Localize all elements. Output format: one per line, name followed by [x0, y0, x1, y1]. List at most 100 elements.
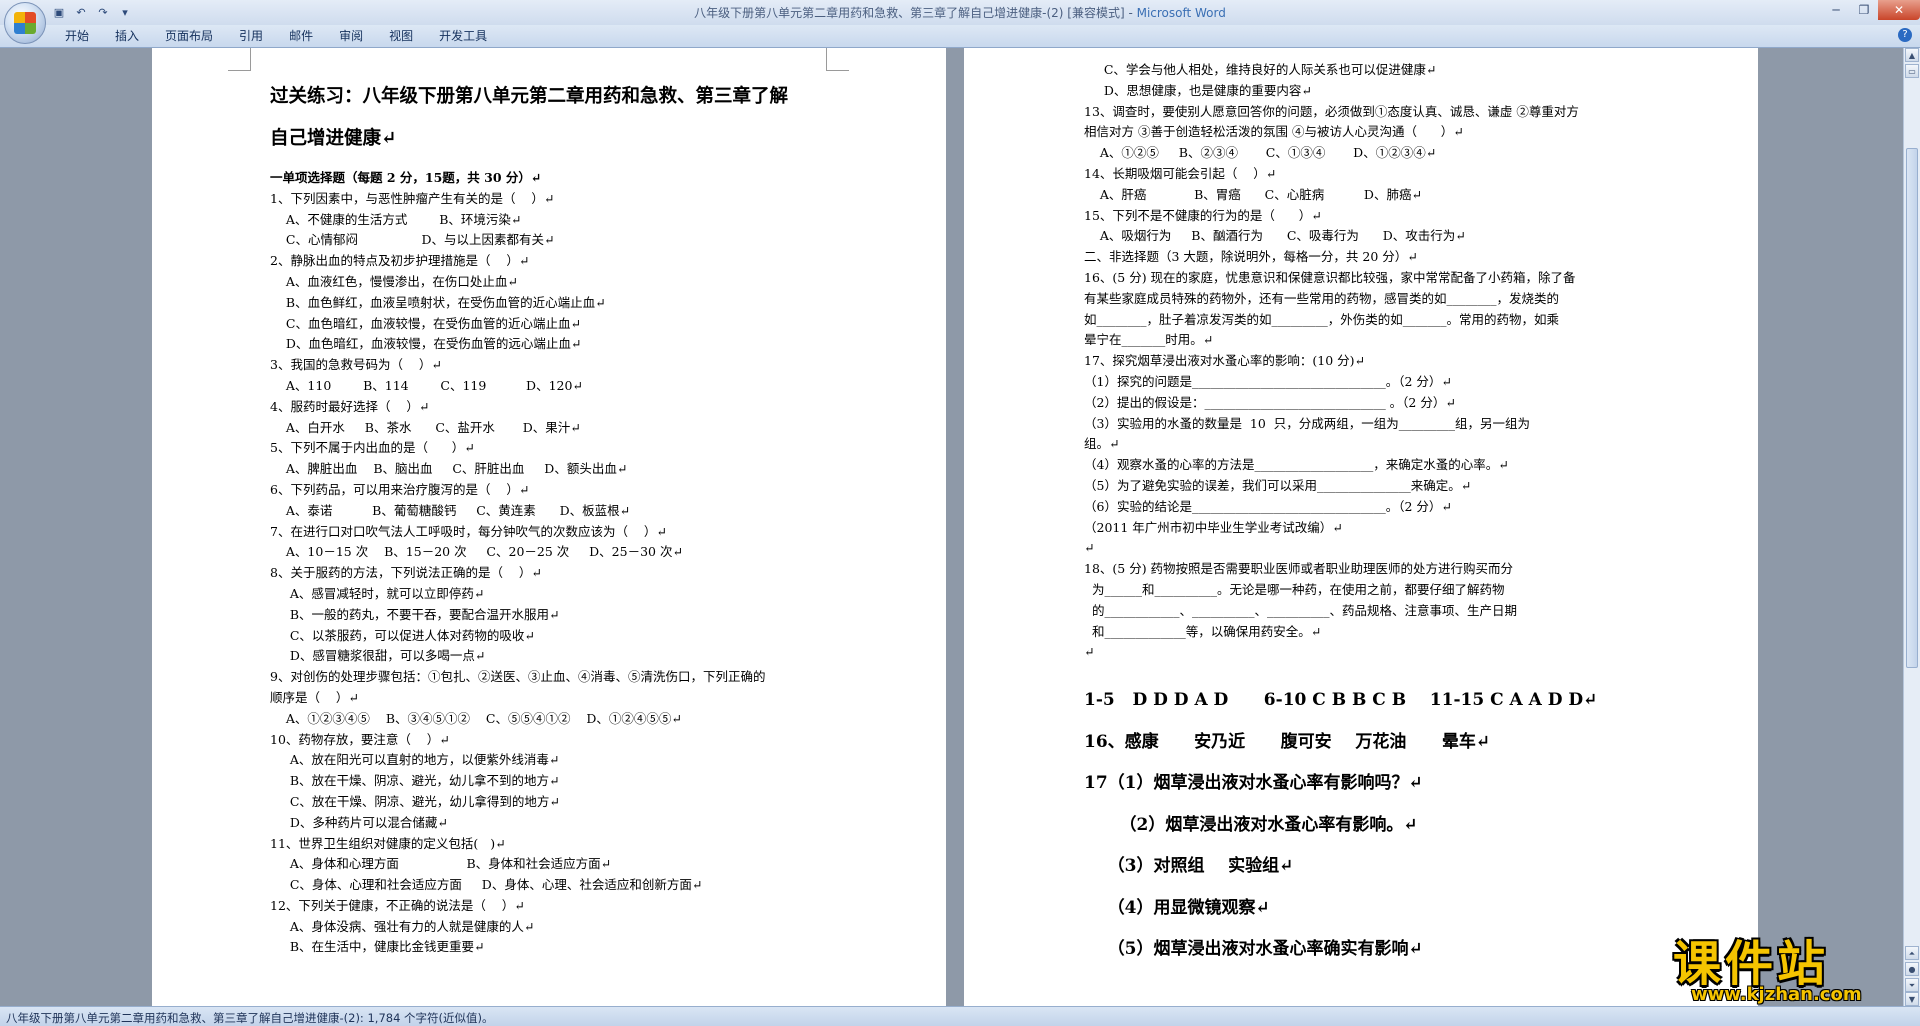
document-line: 6、下列药品，可以用来治疗腹泻的是（ ）↵: [270, 481, 530, 497]
document-line: （5）为了避免实验的误差，我们可以采用_______________来确定。↵: [1084, 477, 1472, 493]
document-line: C、身体、心理和社会适应方面 D、身体、心理、社会适应和创新方面↵: [270, 877, 703, 893]
document-line: 3、我国的急救号码为（ ）↵: [270, 357, 442, 373]
document-line: A、泰诺 B、葡萄糖酸钙 C、黄连素 D、板蓝根↵: [270, 502, 631, 518]
document-line: A、吸烟行为 B、酗酒行为 C、吸毒行为 D、攻击行为↵: [1084, 228, 1466, 244]
tab-review[interactable]: 审阅: [326, 28, 376, 44]
document-line: 如________，肚子着凉发泻类的如_________，外伤类的如______…: [1084, 311, 1560, 327]
document-line: （4）观察水蚤的心率的方法是___________________，来确定水蚤的…: [1084, 457, 1509, 473]
answer-line: （2）烟草浸出液对水蚤心率有影响。↵: [1084, 814, 1418, 835]
document-page-1[interactable]: 过关练习：八年级下册第八单元第二章用药和急救、第三章了解 自己增进健康↵ 一单项…: [152, 48, 946, 1006]
answer-line: （5）烟草浸出液对水蚤心率确实有影响↵: [1084, 939, 1423, 959]
tab-home[interactable]: 开始: [52, 28, 102, 44]
window-controls: ─ ❐ ✕: [1822, 0, 1920, 22]
document-line: A、身体和心理方面 B、身体和社会适应方面↵: [270, 856, 612, 872]
office-logo-icon: [14, 12, 36, 34]
document-line: 18、(5 分) 药物按照是否需要职业医师或者职业助理医师的处方进行购买而分: [1084, 561, 1514, 577]
document-line: 4、服药时最好选择（ ）↵: [270, 398, 430, 414]
tab-mailings[interactable]: 邮件: [276, 28, 326, 44]
ribbon: 开始 插入 页面布局 引用 邮件 审阅 视图 开发工具 ?: [0, 25, 1920, 48]
document-line: 相信对方 ③善于创造轻松活泼的氛围 ④与被访人心灵沟通（ ）↵: [1084, 124, 1464, 140]
document-line: 5、下列不属于内出血的是（ ）↵: [270, 440, 475, 456]
document-line: 和_____________等，以确保用药安全。↵: [1084, 623, 1322, 639]
title-line: 过关练习：八年级下册第八单元第二章用药和急救、第三章了解: [270, 86, 789, 107]
document-line: A、①②⑤ B、②③④ C、①③④ D、①②③④↵: [1084, 145, 1437, 161]
answer-line: 17（1）烟草浸出液对水蚤心率有影响吗？↵: [1084, 773, 1423, 793]
document-line: A、不健康的生活方式 B、环境污染↵: [270, 211, 522, 227]
document-line: C、放在干燥、阴凉、避光，幼儿拿得到的地方↵: [270, 793, 560, 809]
document-line: 12、下列关于健康，不正确的说法是（ ）↵: [270, 897, 525, 913]
document-line: B、在生活中，健康比金钱更重要↵: [270, 939, 485, 955]
document-line: A、身体没病、强壮有力的人就是健康的人↵: [270, 918, 535, 934]
document-line: 1、下列因素中，与恶性肿瘤产生有关的是（ ）↵: [270, 190, 555, 206]
document-line: B、一般的药丸，不要干吞，要配合温开水服用↵: [270, 606, 560, 622]
watermark-logo: 课件站 www.kjzhan.com: [1663, 924, 1913, 1012]
document-line: A、白开水 B、茶水 C、盐开水 D、果汁↵: [270, 419, 581, 435]
document-line: 组。↵: [1084, 436, 1120, 452]
document-line: 二、非选择题（3 大题，除说明外，每格一分，共 20 分）↵: [1084, 249, 1418, 265]
document-line: A、感冒减轻时，就可以立即停药↵: [270, 585, 485, 601]
watermark-url: www.kjzhan.com: [1691, 984, 1862, 1005]
answer-key: 1-5 D D D A D 6-10 C B B C B 11-15 C A A…: [1084, 680, 1597, 971]
tab-references[interactable]: 引用: [226, 28, 276, 44]
document-line: 7、在进行口对口吹气法人工呼吸时，每分钟吹气的次数应该为（ ）↵: [270, 523, 667, 539]
document-line: C、血色暗红，血液较慢，在受伤血管的近心端止血↵: [270, 315, 581, 331]
document-line: 8、关于服药的方法，下列说法正确的是（ ）↵: [270, 565, 542, 581]
document-line: A、①②③④⑤ B、③④⑤①② C、⑤⑤④①② D、①②④⑤⑤↵: [270, 710, 682, 726]
ruler-toggle-icon[interactable]: ▭: [1905, 64, 1919, 78]
document-line: C、以茶服药，可以促进人体对药物的吸收↵: [270, 627, 535, 643]
margin-marker: [228, 48, 251, 71]
document-line: 10、药物存放，要注意（ ）↵: [270, 731, 450, 747]
document-line: A、110 B、114 C、119 D、120↵: [270, 377, 583, 393]
tab-page-layout[interactable]: 页面布局: [152, 28, 226, 44]
margin-marker: [826, 48, 849, 71]
tab-view[interactable]: 视图: [376, 28, 426, 44]
office-button[interactable]: [4, 2, 46, 44]
tab-developer[interactable]: 开发工具: [426, 28, 500, 44]
document-line: 17、探究烟草浸出液对水蚤心率的影响：(10 分)↵: [1084, 353, 1366, 369]
ribbon-tabs: 开始 插入 页面布局 引用 邮件 审阅 视图 开发工具: [52, 28, 500, 44]
page-1-body: 一单项选择题（每题 2 分，15题，共 30 分）↵ 1、下列因素中，与恶性肿瘤产…: [270, 168, 765, 958]
document-line: 11、世界卫生组织对健康的定义包括( )↵: [270, 835, 506, 851]
document-line: （2011 年广州市初中毕业生学业考试改编）↵: [1084, 519, 1343, 535]
document-line: B、血色鲜红，血液呈喷射状，在受伤血管的近心端止血↵: [270, 294, 606, 310]
answer-line: （4）用显微镜观察↵: [1084, 897, 1270, 918]
document-line: 一单项选择题（每题 2 分，15题，共 30 分）↵: [270, 170, 542, 185]
document-line: D、多种药片可以混合储藏↵: [270, 814, 448, 830]
answer-line: 1-5 D D D A D 6-10 C B B C B 11-15 C A A…: [1084, 690, 1598, 710]
document-line: 14、长期吸烟可能会引起（ ）↵: [1084, 165, 1277, 181]
restore-icon[interactable]: ❐: [1850, 0, 1878, 20]
document-line: D、感冒糖浆很甜，可以多喝一点↵: [270, 648, 486, 664]
document-line: A、放在阳光可以直射的地方，以便紫外线消毒↵: [270, 752, 560, 768]
document-line: （3）实验用的水蚤的数量是 10 只，分成两组，一组为_________组，另一…: [1084, 415, 1531, 431]
document-line: A、脾脏出血 B、脑出血 C、肝脏出血 D、额头出血↵: [270, 461, 628, 477]
document-line: D、思想健康，也是健康的重要内容↵: [1084, 82, 1312, 98]
document-line: （1）探究的问题是_______________________________…: [1084, 373, 1452, 389]
answer-line: 16、感康 安乃近 腹可安 万花油 晕车↵: [1084, 731, 1491, 752]
document-line: ↵: [1084, 540, 1095, 556]
document-line: C、心情郁闷 D、与以上因素都有关↵: [270, 232, 555, 248]
document-line: 为______和__________。无论是哪一种药，在使用之前，都要仔细了解药…: [1084, 581, 1505, 597]
status-bar: 八年级下册第八单元第二章用药和急救、第三章了解自己增进健康-(2): 1,784…: [0, 1006, 1920, 1026]
scroll-thumb[interactable]: [1906, 148, 1918, 668]
answer-line: （3）对照组 实验组↵: [1084, 856, 1294, 876]
document-line: 16、(5 分) 现在的家庭，忧患意识和保健意识都比较强，家中常常配备了小药箱，…: [1084, 269, 1576, 285]
document-line: 有某些家庭成员特殊的药物外，还有一些常用的药物，感冒类的如________，发烧…: [1084, 290, 1560, 306]
document-line: 9、对创伤的处理步骤包括：①包扎、②送医、③止血、④消毒、⑤清洗伤口，下列正确的: [270, 669, 766, 685]
vertical-scrollbar[interactable]: ▲ ▭ ⏶ ● ⏷ ▼: [1903, 48, 1920, 1006]
scroll-up-icon[interactable]: ▲: [1905, 48, 1919, 62]
close-icon[interactable]: ✕: [1878, 0, 1920, 20]
document-line: A、血液红色，慢慢渗出，在伤口处止血↵: [270, 273, 518, 289]
document-page-2[interactable]: C、学会与他人相处，维持良好的人际关系也可以促进健康↵ D、思想健康，也是健康的…: [964, 48, 1758, 1006]
document-title: 八年级下册第八单元第二章用药和急救、第三章了解自己增进健康-(2) [兼容模式]…: [694, 6, 1137, 20]
document-line: D、血色暗红，血液较慢，在受伤血管的远心端止血↵: [270, 336, 582, 352]
page-2-body: C、学会与他人相处，维持良好的人际关系也可以促进健康↵ D、思想健康，也是健康的…: [1084, 60, 1579, 663]
document-line: （6）实验的结论是_______________________________…: [1084, 498, 1452, 514]
help-icon[interactable]: ?: [1898, 28, 1912, 42]
title-line: 自己增进健康↵: [270, 128, 397, 149]
document-line: 顺序是（ ）↵: [270, 689, 359, 705]
minimize-icon[interactable]: ─: [1822, 0, 1850, 20]
document-area[interactable]: 过关练习：八年级下册第八单元第二章用药和急救、第三章了解 自己增进健康↵ 一单项…: [0, 48, 1904, 1006]
document-line: 2、静脉出血的特点及初步护理措施是（ ）↵: [270, 253, 530, 269]
tab-insert[interactable]: 插入: [102, 28, 152, 44]
document-line: 晕宁在_______时用。↵: [1084, 332, 1214, 348]
